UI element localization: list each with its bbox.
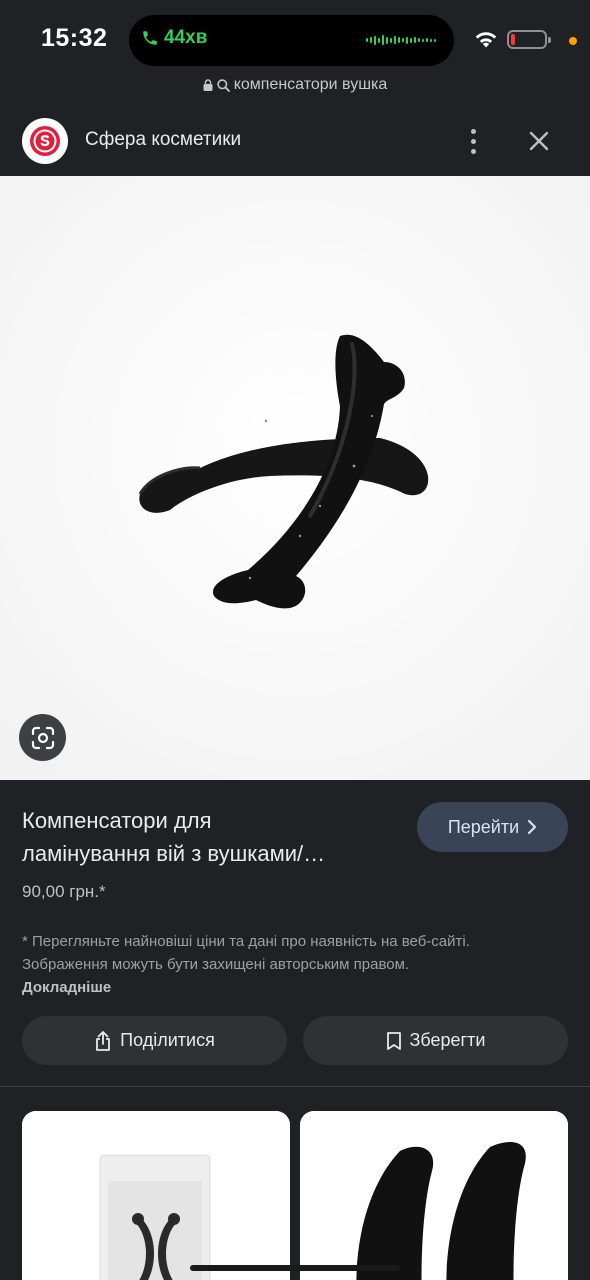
call-duration: 44хв: [164, 27, 208, 48]
disclaimer-text: * Перегляньте найновіші ціни та дані про…: [22, 933, 470, 996]
lens-search-button[interactable]: [19, 714, 66, 761]
product-title[interactable]: Компенсатори для ламінування вій з вушка…: [22, 804, 402, 870]
product-info: Компенсатори для ламінування вій з вушка…: [0, 780, 590, 1090]
battery-icon: [507, 30, 551, 49]
related-result-card[interactable]: [300, 1111, 568, 1280]
audio-waveform: [366, 35, 436, 45]
learn-more-link[interactable]: Докладніше: [22, 979, 111, 996]
lens-icon: [31, 726, 54, 749]
product-image[interactable]: [0, 176, 590, 780]
close-icon[interactable]: [524, 126, 554, 156]
call-indicator: 44хв: [141, 27, 207, 49]
status-bar: 15:32 44хв: [0, 0, 590, 74]
share-button[interactable]: Поділитися: [22, 1016, 287, 1065]
product-price: 90,00 грн.*: [22, 882, 106, 901]
search-query: компенсатори вушка: [233, 76, 388, 93]
related-result-card[interactable]: [22, 1111, 290, 1280]
url-bar[interactable]: компенсатори вушка: [0, 74, 590, 96]
eyelash-shield-illustration: [0, 176, 590, 780]
share-icon: [96, 1030, 111, 1051]
more-vert-icon[interactable]: [458, 124, 488, 158]
divider: [0, 1086, 590, 1087]
related-image: [300, 1111, 568, 1280]
site-logo[interactable]: [22, 118, 68, 164]
chevron-right-icon: [528, 819, 537, 835]
status-time: 15:32: [41, 24, 108, 52]
privacy-indicator: [569, 37, 577, 45]
action-buttons: Поділитися Зберегти: [22, 1016, 568, 1065]
visit-button[interactable]: Перейти: [417, 802, 568, 852]
home-indicator[interactable]: [190, 1265, 400, 1271]
dynamic-island[interactable]: 44хв: [129, 15, 454, 66]
search-icon: [217, 78, 230, 92]
site-name[interactable]: Сфера косметики: [85, 129, 241, 151]
wifi-icon: [475, 32, 497, 48]
source-header: Сфера косметики: [0, 104, 590, 176]
save-button[interactable]: Зберегти: [303, 1016, 568, 1065]
lock-icon: [203, 79, 213, 91]
related-image: [22, 1111, 290, 1280]
bookmark-icon: [386, 1031, 401, 1050]
visit-label: Перейти: [447, 816, 520, 837]
phone-icon: [143, 31, 157, 45]
